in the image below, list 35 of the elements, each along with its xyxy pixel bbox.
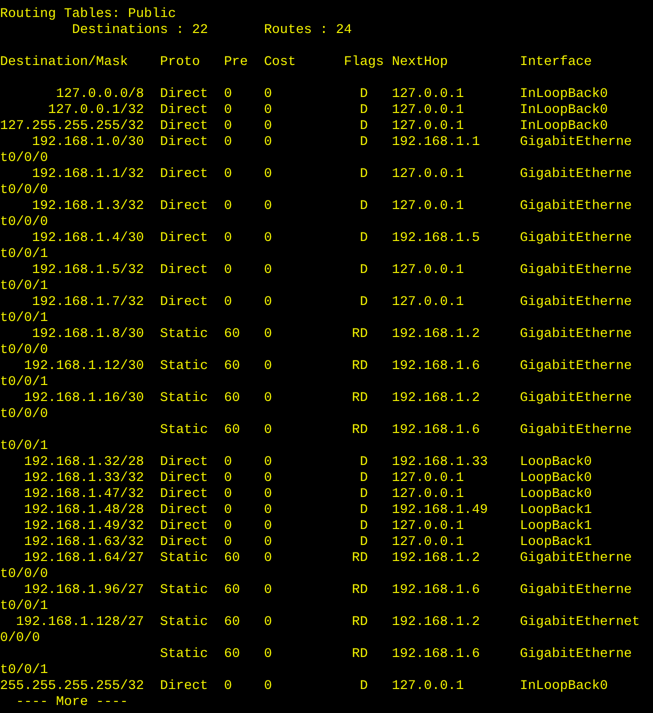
column-header: Proto — [160, 55, 200, 71]
route-line: 127.0.0.1/32 Direct 0 0 D 127.0.0.1 InLoopBack0 — [47, 103, 609, 119]
column-header: Destination/Mask — [0, 55, 128, 71]
more-prompt: ---- More ---- — [16, 695, 128, 710]
route-line: 192.168.1.12/30 Static 60 0 RD 192.168.1.6 GigabitEthernet0/0/1 — [0, 359, 633, 391]
route-line: Static 60 0 RD 192.168.1.6 GigabitEthernet0/0/1 — [0, 647, 633, 679]
summary-text: Destinations : 22 — [72, 23, 208, 38]
route-line: 192.168.1.0/30 Direct 0 0 D 192.168.1.1 GigabitEthernet0/0/0 — [0, 135, 633, 167]
column-header: Cost — [264, 55, 296, 71]
route-line: 192.168.1.8/30 Static 60 0 RD 192.168.1.2 GigabitEthernet0/0/0 — [0, 327, 633, 359]
route-line: 192.168.1.33/32 Direct 0 0 D 127.0.0.1 LoopBack0 — [23, 471, 593, 487]
column-header: Interface — [520, 55, 592, 71]
route-line: 127.0.0.0/8 Direct 0 0 D 127.0.0.1 InLoopBack0 — [55, 87, 609, 103]
route-line: 192.168.1.96/27 Static 60 0 RD 192.168.1.6 GigabitEthernet0/0/1 — [0, 583, 633, 615]
route-line: Static 60 0 RD 192.168.1.6 GigabitEthernet0/0/1 — [0, 423, 633, 455]
column-header: Pre — [224, 55, 248, 71]
route-line: 192.168.1.49/32 Direct 0 0 D 127.0.0.1 LoopBack1 — [23, 519, 593, 535]
route-line: 192.168.1.4/30 Direct 0 0 D 192.168.1.5 GigabitEthernet0/0/1 — [0, 231, 633, 263]
route-line: 192.168.1.47/32 Direct 0 0 D 127.0.0.1 LoopBack0 — [23, 487, 593, 503]
column-header: NextHop — [392, 55, 448, 71]
route-line: 192.168.1.7/32 Direct 0 0 D 127.0.0.1 GigabitEthernet0/0/1 — [0, 295, 633, 327]
route-line: 255.255.255.255/32 Direct 0 0 D 127.0.0.1 InLoopBack0 — [0, 679, 609, 695]
route-line: 192.168.1.64/27 Static 60 0 RD 192.168.1.2 GigabitEthernet0/0/0 — [0, 551, 633, 583]
column-header: Flags — [344, 55, 384, 71]
route-line: 192.168.1.5/32 Direct 0 0 D 127.0.0.1 GigabitEthernet0/0/1 — [0, 263, 633, 295]
route-line: 192.168.1.1/32 Direct 0 0 D 127.0.0.1 GigabitEthernet0/0/0 — [0, 167, 633, 199]
route-line: 192.168.1.63/32 Direct 0 0 D 127.0.0.1 LoopBack1 — [23, 535, 593, 551]
route-line: 192.168.1.3/32 Direct 0 0 D 127.0.0.1 GigabitEthernet0/0/0 — [0, 199, 633, 231]
route-line: 127.255.255.255/32 Direct 0 0 D 127.0.0.1 InLoopBack0 — [0, 119, 609, 135]
table-title: Routing Tables: Public — [0, 7, 176, 22]
route-line: 192.168.1.32/28 Direct 0 0 D 192.168.1.33 LoopBack0 — [23, 455, 593, 471]
summary-text: Routes : 24 — [264, 23, 352, 38]
route-line: 192.168.1.48/28 Direct 0 0 D 192.168.1.49 LoopBack1 — [23, 503, 593, 519]
route-line: 192.168.1.128/27 Static 60 0 RD 192.168.1.2 GigabitEthernet0/0/0 — [0, 615, 640, 647]
route-line: 192.168.1.16/30 Static 60 0 RD 192.168.1.2 GigabitEthernet0/0/0 — [0, 391, 633, 423]
